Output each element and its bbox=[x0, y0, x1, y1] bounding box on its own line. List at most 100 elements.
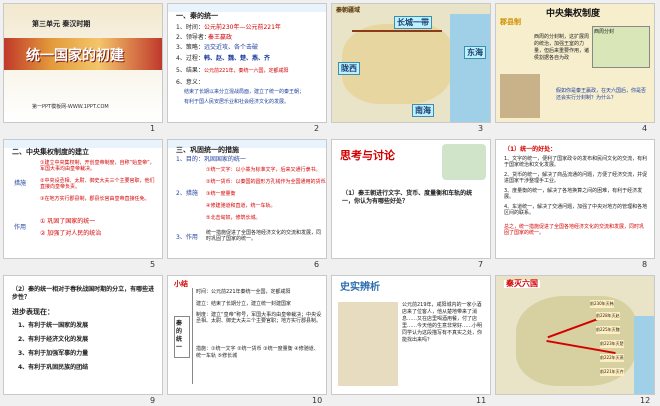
conquest-label: 前223年灭楚 bbox=[600, 340, 624, 348]
slide-12-thumbnail[interactable]: 秦灭六国 前230年灭韩 前228年灭赵 前225年灭魏 前223年灭楚 前22… bbox=[496, 276, 654, 394]
label-measures: 2、措施 bbox=[176, 190, 198, 197]
slide-title: 中央集权制度 bbox=[546, 9, 601, 19]
measure-item: ④修建驰道和直道，统一车轨。 bbox=[206, 203, 276, 209]
label-measures: 措施 bbox=[14, 180, 27, 187]
progress-item: 2、有利于经济文化的发展 bbox=[18, 336, 89, 343]
summary-text: 总之，统一措施促进了全国各地经济文化的交流和发展，同时巩固了国家的统一。 bbox=[504, 224, 645, 236]
text-line: 秦王嬴政 bbox=[208, 34, 233, 41]
slide-8-number: 8 bbox=[642, 260, 648, 269]
text-line: 韩、赵、魏、楚、燕、齐 bbox=[204, 55, 271, 62]
slide-heading: （1）统一的好处： bbox=[504, 146, 557, 153]
progress-item: 4、有利于巩固民族的团结 bbox=[18, 364, 89, 371]
effect-item: ② 加强了对人民的统治 bbox=[40, 230, 102, 237]
measure-item: ③在地方实行郡县制，郡县长官由皇帝直接任免。 bbox=[40, 196, 150, 202]
measure-item: ②统一货币：以秦国的圆形方孔钱作为全国通用的货币。 bbox=[206, 179, 326, 185]
slide-11-number: 11 bbox=[476, 396, 487, 405]
conquest-label: 前225年灭魏 bbox=[596, 326, 620, 334]
text-line: 有利于国人民安居乐业和社会经济文化的发展。 bbox=[184, 99, 290, 105]
text-line: 5、结果： bbox=[176, 67, 204, 74]
measure-item: ①统一文字：以小篆为标准文字，后来又通行隶书。 bbox=[206, 167, 321, 173]
sub-heading: 进步表现在： bbox=[12, 308, 54, 316]
slide-11-thumbnail[interactable]: 史实辨析 公元前219年，咸阳城内的一家小酒店来了位客人，他从楚地带来了消息……… bbox=[332, 276, 490, 394]
slide-header-bar bbox=[168, 4, 326, 12]
footer-watermark: 第一PPT模板网-WWW.1PPT.COM bbox=[32, 104, 109, 110]
label-south-sea: 南海 bbox=[412, 104, 434, 117]
conquest-label: 前222年灭燕 bbox=[600, 354, 624, 362]
slide-1-thumbnail[interactable]: 第三单元 秦汉时期 统一国家的初建 第一PPT模板网-WWW.1PPT.COM bbox=[4, 4, 162, 122]
conquest-label: 前228年灭赵 bbox=[596, 312, 620, 320]
slide-heading: 二、中央集权制度的建立 bbox=[12, 148, 89, 156]
slide-7-thumbnail[interactable]: 思考与讨论 （1）秦王朝进行文字、货币、度量衡和车轨的统一，你认为有哪些好处？ bbox=[332, 140, 490, 258]
benefit-item: 1、文字的统一，便利了国家政令的发布和民间文化的交流，有利于国家统治和文化发展。 bbox=[504, 156, 648, 168]
sea-area bbox=[634, 316, 654, 394]
text-line: 公元前230年—公元前221年 bbox=[204, 24, 281, 31]
slide-2-thumbnail[interactable]: 一、秦的统一 1、时间： 公元前230年—公元前221年 2、领导者： 秦王嬴政… bbox=[168, 4, 326, 122]
unit-title: 第三单元 秦汉时期 bbox=[32, 20, 91, 28]
slide-9-number: 9 bbox=[150, 396, 156, 405]
text-line: 6、意义： bbox=[176, 79, 204, 86]
text-line: 3、策略： bbox=[176, 44, 204, 51]
summary-line: 时间：公元前221年秦统一全国，定都咸阳 bbox=[196, 289, 291, 295]
slide-9-thumbnail[interactable]: （2）秦的统一相对于春秋战国时期的分立，有哪些进步性？ 进步表现在： 1、有利于… bbox=[4, 276, 162, 394]
slide-5-thumbnail[interactable]: 二、中央集权制度的建立 ①建立中央集权制，开创皇帝制度，自称“始皇帝”，军国大事… bbox=[4, 140, 162, 258]
great-wall-line bbox=[352, 30, 442, 32]
slide-thumbnail-grid: 第三单元 秦汉时期 统一国家的初建 第一PPT模板网-WWW.1PPT.COM … bbox=[0, 0, 660, 406]
emperor-portrait bbox=[500, 74, 540, 118]
text-line: 结束了长期以来分立混战局面，建立了统一的秦王朝； bbox=[184, 89, 305, 95]
slide-6-number: 6 bbox=[314, 260, 320, 269]
story-text: 公元前219年，咸阳城内的一家小酒店来了位客人，他从楚地带来了消息……又在店里喝… bbox=[402, 302, 483, 343]
text-line: 1、时间： bbox=[176, 24, 204, 31]
slide-1-number: 1 bbox=[150, 124, 156, 133]
text-line: 远交近攻、各个击破 bbox=[204, 44, 259, 51]
label-east-sea: 东海 bbox=[464, 46, 486, 59]
conquest-label: 前230年灭韩 bbox=[590, 300, 614, 308]
slide-title: 思考与讨论 bbox=[340, 149, 395, 162]
label-longxi: 陇西 bbox=[338, 62, 360, 75]
slide-12-number: 12 bbox=[640, 396, 651, 405]
measure-item: ①建立中央集权制，开创皇帝制度，自称“始皇帝”，军国大事均由皇帝裁决。 bbox=[40, 160, 155, 172]
scene-illustration bbox=[338, 302, 398, 386]
slide-header-bar bbox=[4, 140, 162, 148]
effect-item: ① 巩固了国家的统一 bbox=[40, 218, 96, 225]
discussion-question: （1）秦王朝进行文字、货币、度量衡和车轨的统一，你认为有哪些好处？ bbox=[342, 190, 473, 205]
label-effects: 作用 bbox=[14, 224, 27, 231]
slide-6-thumbnail[interactable]: 三、巩固统一的措施 1、目的：巩固国家的统一 2、措施 ①统一文字：以小篆为标准… bbox=[168, 140, 326, 258]
slide-title: 秦灭六国 bbox=[504, 279, 540, 288]
progress-item: 1、有利于统一国家的发展 bbox=[18, 322, 89, 329]
slide-10-thumbnail[interactable]: 小结 秦的统一 时间：公元前221年秦统一全国，定都咸阳 建立：结束了长期分立，… bbox=[168, 276, 326, 394]
measure-item: ②中央设丞相、太尉、御史大夫三个主要官职，他们直接向皇帝负责。 bbox=[40, 178, 155, 190]
purpose-line: 1、目的：巩固国家的统一 bbox=[176, 156, 246, 163]
map-title: 秦朝疆域 bbox=[336, 7, 361, 14]
summary-line: 制度：建立“皇帝”称号，军国大事均由皇帝裁决；中央设丞相、太尉、御史大夫三个主要… bbox=[196, 312, 322, 324]
description-text: 西周的分封制，这扩展周的统治，加强王室的力量，但后来重要作用，诸侯割据各自为政 bbox=[534, 34, 590, 61]
question-text: 假如你是秦王嬴政，在天六国后，你是否还会实行分封制？为什么？ bbox=[556, 88, 647, 101]
slide-4-number: 4 bbox=[642, 124, 648, 133]
text-line: 公元前221年，秦统一六国，定都咸阳 bbox=[204, 68, 289, 74]
slide-3-thumbnail[interactable]: 秦朝疆域 长城一带 东海 陇西 南海 bbox=[332, 4, 490, 122]
bracket-line bbox=[192, 288, 193, 384]
slide-10-number: 10 bbox=[312, 396, 323, 405]
measure-item: ③统一度量衡 bbox=[206, 191, 236, 197]
text-line: 2、领导者： bbox=[176, 34, 210, 41]
conquest-label: 前221年灭齐 bbox=[600, 368, 624, 376]
label-effects: 3、作用 bbox=[176, 234, 198, 241]
benefit-item: 2、货币的统一，解决了商品流通的问题，方便了经济交流，并促进国家干涉整理手工业。 bbox=[504, 172, 648, 184]
text-line: 4、过程： bbox=[176, 55, 204, 62]
summary-line: 建立：结束了长期分立，建立统一封建国家 bbox=[196, 301, 292, 307]
slide-4-thumbnail[interactable]: 中央集权制度 郡县制 西周分封 西周的分封制，这扩展周的统治，加强王室的力量，但… bbox=[496, 4, 654, 122]
illustration bbox=[442, 144, 486, 180]
slide-heading: 三、巩固统一的措施 bbox=[176, 146, 239, 154]
slide-8-thumbnail[interactable]: （1）统一的好处： 1、文字的统一，便利了国家政令的发布和民间文化的交流，有利于… bbox=[496, 140, 654, 258]
lesson-title: 统一国家的初建 bbox=[26, 48, 124, 64]
sea-area bbox=[450, 14, 490, 122]
question-text: （2）秦的统一相对于春秋战国时期的分立，有哪些进步性？ bbox=[12, 286, 155, 301]
center-label: 秦的统一 bbox=[176, 320, 183, 351]
slide-title: 小结 bbox=[174, 280, 188, 288]
slide-7-number: 7 bbox=[478, 260, 484, 269]
slide-heading: 一、秦的统一 bbox=[176, 12, 218, 20]
measure-item: ⑤北击匈奴，修筑长城。 bbox=[206, 215, 261, 221]
label-great-wall: 长城一带 bbox=[394, 16, 432, 29]
slide-3-number: 3 bbox=[478, 124, 484, 133]
side-title: 郡县制 bbox=[500, 18, 521, 26]
slide-2-number: 2 bbox=[314, 124, 320, 133]
